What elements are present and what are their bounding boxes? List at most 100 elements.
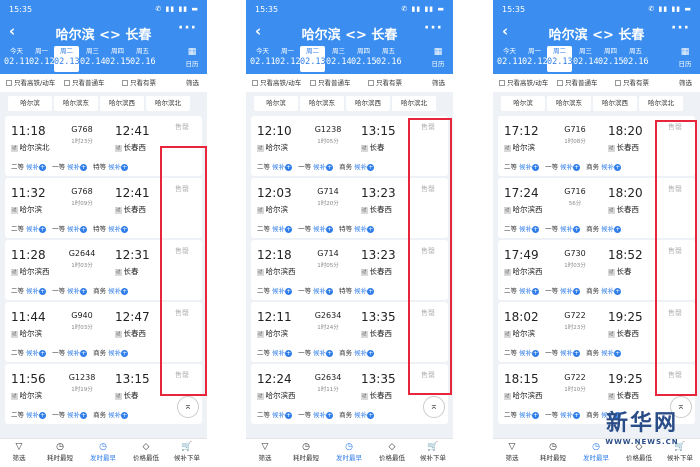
- station-chip[interactable]: 哈尔滨东: [547, 96, 591, 111]
- seat-class[interactable]: 二等 候补+: [504, 161, 540, 171]
- seat-class[interactable]: 商务 候补+: [93, 285, 129, 295]
- seat-class[interactable]: 一等 候补+: [545, 409, 581, 419]
- seat-class[interactable]: 商务 候补+: [339, 409, 375, 419]
- station-chip[interactable]: 哈尔滨西: [100, 96, 144, 111]
- plus-icon[interactable]: +: [573, 287, 581, 295]
- plus-icon[interactable]: +: [285, 163, 293, 171]
- seat-class[interactable]: 商务 候补+: [586, 285, 622, 295]
- plus-icon[interactable]: +: [80, 349, 88, 357]
- plus-icon[interactable]: +: [367, 411, 375, 419]
- station-chip[interactable]: 哈尔滨北: [392, 96, 436, 111]
- plus-icon[interactable]: +: [80, 287, 88, 295]
- plus-icon[interactable]: +: [614, 163, 622, 171]
- filter-option[interactable]: 只看高铁/动车: [252, 78, 301, 88]
- plus-icon[interactable]: +: [39, 411, 47, 419]
- seat-class[interactable]: 商务 候补+: [586, 161, 622, 171]
- checkbox[interactable]: [122, 80, 128, 86]
- scroll-top-icon[interactable]: ⌅: [177, 396, 199, 418]
- bottom-tab[interactable]: 🛒 候补下单: [168, 441, 206, 463]
- seat-class[interactable]: 一等 候补+: [298, 285, 334, 295]
- seat-class[interactable]: 一等 候补+: [298, 347, 334, 357]
- date-tab[interactable]: 今天 02.11: [250, 46, 276, 72]
- plus-icon[interactable]: +: [80, 163, 88, 171]
- seat-class[interactable]: 一等 候补+: [298, 409, 334, 419]
- plus-icon[interactable]: +: [326, 349, 334, 357]
- checkbox[interactable]: [557, 80, 563, 86]
- plus-icon[interactable]: +: [367, 349, 375, 357]
- seat-class[interactable]: 一等 候补+: [545, 161, 581, 171]
- date-tab[interactable]: 周四 02.15: [598, 46, 624, 72]
- calendar-button[interactable]: ▦ 日历: [674, 46, 696, 72]
- plus-icon[interactable]: +: [121, 163, 129, 171]
- bottom-tab[interactable]: ◷ 耗时最短: [534, 441, 572, 463]
- seat-class[interactable]: 一等 候补+: [545, 223, 581, 233]
- calendar-button[interactable]: ▦ 日历: [427, 46, 449, 72]
- seat-class[interactable]: 商务 候补+: [339, 161, 375, 171]
- plus-icon[interactable]: +: [80, 411, 88, 419]
- date-tab[interactable]: 周三 02.14: [573, 46, 599, 72]
- filter-option[interactable]: 只看高铁/动车: [499, 78, 548, 88]
- seat-class[interactable]: 二等 候补+: [257, 409, 293, 419]
- seat-class[interactable]: 特等 候补+: [339, 223, 375, 233]
- seat-class[interactable]: 特等 候补+: [93, 223, 129, 233]
- station-chip[interactable]: 哈尔滨西: [593, 96, 637, 111]
- seat-class[interactable]: 商务 候补+: [93, 409, 129, 419]
- seat-class[interactable]: 一等 候补+: [52, 347, 88, 357]
- checkbox[interactable]: [64, 80, 70, 86]
- seat-class[interactable]: 二等 候补+: [504, 409, 540, 419]
- seat-class[interactable]: 商务 候补+: [93, 347, 129, 357]
- seat-class[interactable]: 二等 候补+: [504, 347, 540, 357]
- date-tab[interactable]: 周四 02.15: [351, 46, 377, 72]
- filter-option[interactable]: 只看普通车: [64, 78, 105, 88]
- date-tab[interactable]: 周一 02.12: [275, 46, 301, 72]
- date-tab[interactable]: 周三 02.14: [326, 46, 352, 72]
- plus-icon[interactable]: +: [39, 287, 47, 295]
- plus-icon[interactable]: +: [532, 163, 540, 171]
- bottom-tab[interactable]: ◷ 发时最早: [330, 441, 368, 463]
- plus-icon[interactable]: +: [573, 225, 581, 233]
- date-tab[interactable]: 周一 02.12: [29, 46, 55, 72]
- filter-button[interactable]: 筛选: [432, 78, 445, 88]
- seat-class[interactable]: 二等 候补+: [11, 223, 47, 233]
- plus-icon[interactable]: +: [367, 163, 375, 171]
- plus-icon[interactable]: +: [614, 225, 622, 233]
- plus-icon[interactable]: +: [614, 287, 622, 295]
- seat-class[interactable]: 二等 候补+: [11, 161, 47, 171]
- seat-class[interactable]: 二等 候补+: [257, 223, 293, 233]
- seat-class[interactable]: 商务 候补+: [586, 347, 622, 357]
- plus-icon[interactable]: +: [573, 163, 581, 171]
- bottom-tab[interactable]: 🛒 候补下单: [414, 441, 452, 463]
- checkbox[interactable]: [252, 80, 258, 86]
- seat-class[interactable]: 二等 候补+: [11, 347, 47, 357]
- station-chip[interactable]: 哈尔滨: [501, 96, 545, 111]
- bottom-tab[interactable]: ◷ 发时最早: [84, 441, 122, 463]
- plus-icon[interactable]: +: [121, 349, 129, 357]
- more-icon[interactable]: ···: [671, 20, 690, 36]
- calendar-button[interactable]: ▦ 日历: [181, 46, 203, 72]
- date-tab[interactable]: 今天 02.11: [497, 46, 523, 72]
- plus-icon[interactable]: +: [121, 225, 129, 233]
- date-tab[interactable]: 周二 02.13: [300, 46, 326, 72]
- plus-icon[interactable]: +: [532, 287, 540, 295]
- seat-class[interactable]: 特等 候补+: [339, 285, 375, 295]
- date-tab[interactable]: 周二 02.13: [547, 46, 573, 72]
- station-chip[interactable]: 哈尔滨西: [346, 96, 390, 111]
- scroll-top-icon[interactable]: ⌅: [423, 396, 445, 418]
- seat-class[interactable]: 一等 候补+: [545, 347, 581, 357]
- plus-icon[interactable]: +: [614, 349, 622, 357]
- filter-option[interactable]: 只看普通车: [310, 78, 351, 88]
- station-chip[interactable]: 哈尔滨东: [300, 96, 344, 111]
- seat-class[interactable]: 商务 候补+: [339, 347, 375, 357]
- station-chip[interactable]: 哈尔滨: [8, 96, 52, 111]
- plus-icon[interactable]: +: [326, 411, 334, 419]
- seat-class[interactable]: 一等 候补+: [52, 161, 88, 171]
- seat-class[interactable]: 一等 候补+: [52, 223, 88, 233]
- date-tab[interactable]: 周二 02.13: [54, 46, 80, 72]
- plus-icon[interactable]: +: [121, 411, 129, 419]
- more-icon[interactable]: ···: [424, 20, 443, 36]
- plus-icon[interactable]: +: [285, 349, 293, 357]
- plus-icon[interactable]: +: [80, 225, 88, 233]
- plus-icon[interactable]: +: [532, 349, 540, 357]
- plus-icon[interactable]: +: [326, 287, 334, 295]
- filter-option[interactable]: 只看高铁/动车: [6, 78, 55, 88]
